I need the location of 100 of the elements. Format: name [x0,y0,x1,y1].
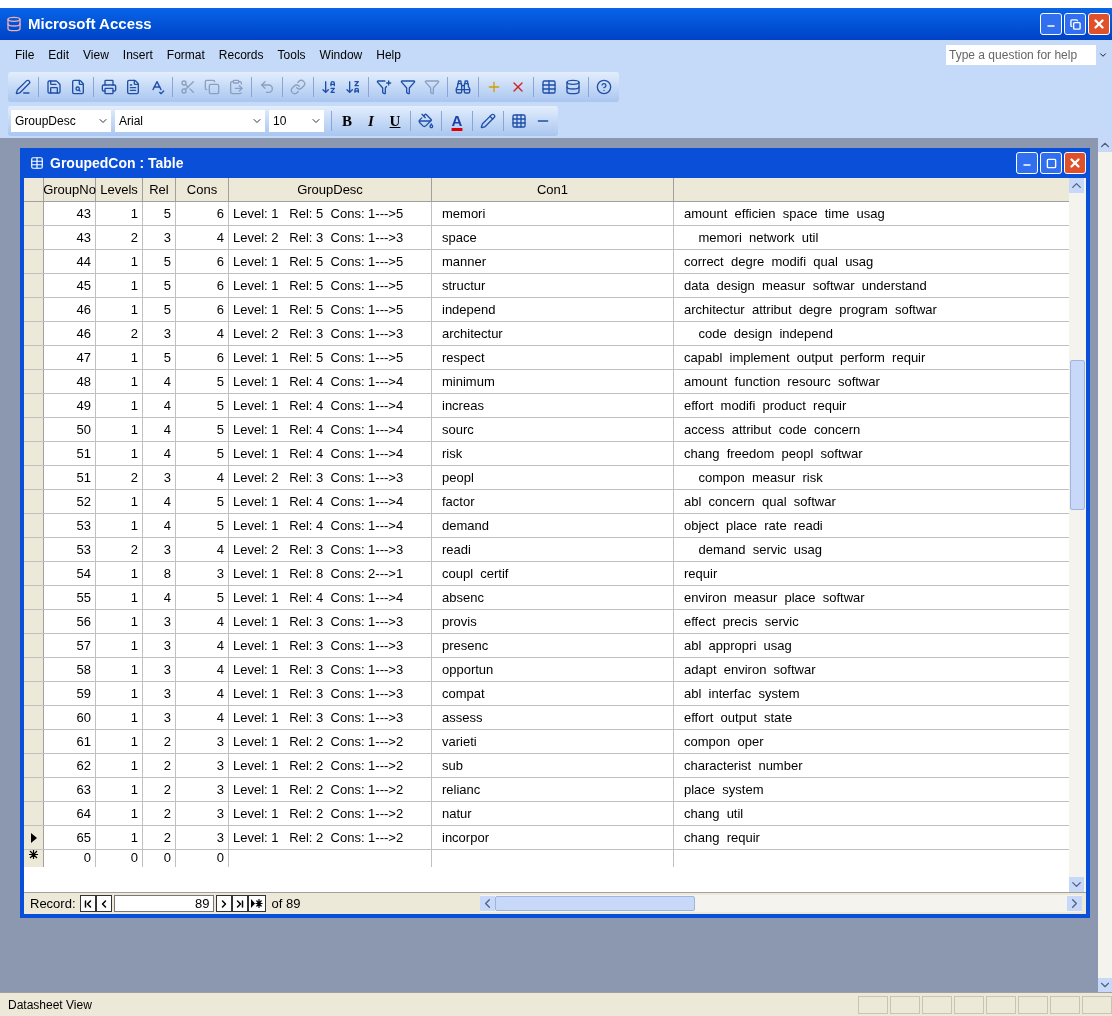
table-cell: 4 [176,466,229,489]
column-header[interactable]: Levels [96,178,143,201]
table-cell: 3 [143,466,176,489]
menu-item[interactable]: Edit [41,46,77,64]
table-cell: factor [432,490,674,513]
underline-button[interactable]: U [383,109,407,133]
close-button[interactable] [1088,13,1110,35]
table-cell: 46 [44,298,96,321]
vertical-scrollbar[interactable] [1069,178,1086,892]
record-selector[interactable] [24,826,44,849]
minimize-button[interactable] [1040,13,1062,35]
object-field[interactable]: GroupDesc [11,110,111,132]
scroll-thumb[interactable] [495,896,696,911]
record-number-field[interactable]: 89 [113,895,214,912]
minimize-button[interactable] [1016,152,1038,174]
table-cell: 1 [96,658,143,681]
table-cell: 51 [44,442,96,465]
menu-item[interactable]: Format [159,46,212,64]
font-size-field[interactable]: 10 [269,110,324,132]
table-cell: 1 [96,346,143,369]
table-cell: 3 [143,610,176,633]
table-cell: Level: 1 Rel: 3 Cons: 1--->3 [229,706,432,729]
table-cell: 3 [143,538,176,561]
table-cell: 1 [96,754,143,777]
maximize-button[interactable] [1040,152,1062,174]
table-cell: Level: 1 Rel: 4 Cons: 1--->4 [229,586,432,609]
table-cell: structur [432,274,674,297]
column-header[interactable]: GroupDesc [229,178,432,201]
table-cell: Level: 1 Rel: 3 Cons: 1--->3 [229,682,432,705]
table-cell: Level: 1 Rel: 5 Cons: 1--->5 [229,250,432,273]
menu-item[interactable]: Help [369,46,408,64]
table-cell: presenc [432,634,674,657]
help-search-field[interactable]: Type a question for help [946,45,1096,65]
table-cell: Level: 1 Rel: 5 Cons: 1--->5 [229,298,432,321]
column-header[interactable]: Cons [176,178,229,201]
table-cell-text: data design measur softwar understand [683,276,928,295]
table-cell: 64 [44,802,96,825]
table-cell: Level: 1 Rel: 2 Cons: 1--->2 [229,826,432,849]
table-cell: 52 [44,490,96,513]
column-header[interactable]: Con1 [432,178,674,201]
scroll-left-icon[interactable] [480,896,496,911]
menu-item[interactable]: Tools [270,46,313,64]
horizontal-scrollbar[interactable] [480,895,1082,912]
scroll-up-icon[interactable] [1069,178,1084,193]
table-cell: 3 [143,706,176,729]
first-record-button[interactable] [79,895,96,912]
column-header[interactable]: Rel [143,178,176,201]
menu-item[interactable]: Window [312,46,370,64]
table-cell: 8 [143,562,176,585]
table-cell: 5 [176,586,229,609]
table-cell-text: requir [683,564,719,583]
table-cell: compat [432,682,674,705]
next-record-button[interactable] [215,895,232,912]
column-header[interactable]: GroupNo [44,178,96,201]
table-cell: 2 [143,802,176,825]
table-cell: 5 [143,202,176,225]
table-cell: 60 [44,706,96,729]
table-cell: 2 [96,322,143,345]
italic-button[interactable]: I [359,109,383,133]
table-cell: 63 [44,778,96,801]
font-color-button[interactable]: A [445,109,469,133]
table-cell: 2 [96,538,143,561]
menu-item[interactable]: View [76,46,116,64]
table-cell: 1 [96,490,143,513]
restore-icon [1069,18,1081,30]
table-cell: 61 [44,730,96,753]
table-cell-text: amount efficien space time usag [683,204,886,223]
close-button[interactable] [1064,152,1086,174]
table-cell: coupl certif [432,562,674,585]
table-cell-text: chang freedom peopl softwar [683,444,864,463]
table-cell: assess [432,706,674,729]
scroll-up-icon[interactable] [1098,138,1112,152]
table-cell: opportun [432,658,674,681]
menu-item[interactable]: Records [211,46,271,64]
table-cell: Level: 1 Rel: 2 Cons: 1--->2 [229,730,432,753]
table-cell-text: architectur attribut degre program softwar [683,300,938,319]
scroll-thumb[interactable] [1070,360,1085,510]
table-cell: 3 [143,658,176,681]
table-cell-text: chang requir [683,828,761,847]
bold-button[interactable]: B [335,109,359,133]
table-cell: 1 [96,514,143,537]
table-cell: 1 [96,706,143,729]
restore-button[interactable] [1064,13,1086,35]
font-field[interactable]: Arial [115,110,265,132]
scroll-right-icon[interactable] [1067,896,1082,911]
table-cell: Level: 1 Rel: 3 Cons: 1--->3 [229,634,432,657]
table-cell: 3 [176,802,229,825]
scroll-down-icon[interactable] [1098,978,1112,992]
menu-item[interactable]: File [8,46,42,64]
menu-item[interactable]: Insert [115,46,160,64]
table-cell: 1 [96,274,143,297]
table-cell: 1 [96,634,143,657]
table-cell: 48 [44,370,96,393]
vertical-scrollbar[interactable] [1098,138,1112,992]
table-cell: peopl [432,466,674,489]
table-cell: provis [432,610,674,633]
table-cell-text: effect precis servic [683,612,800,631]
scroll-down-icon[interactable] [1069,877,1084,892]
table-cell-text: abl appropri usag [683,636,793,655]
table-cell: 0 [176,850,229,867]
